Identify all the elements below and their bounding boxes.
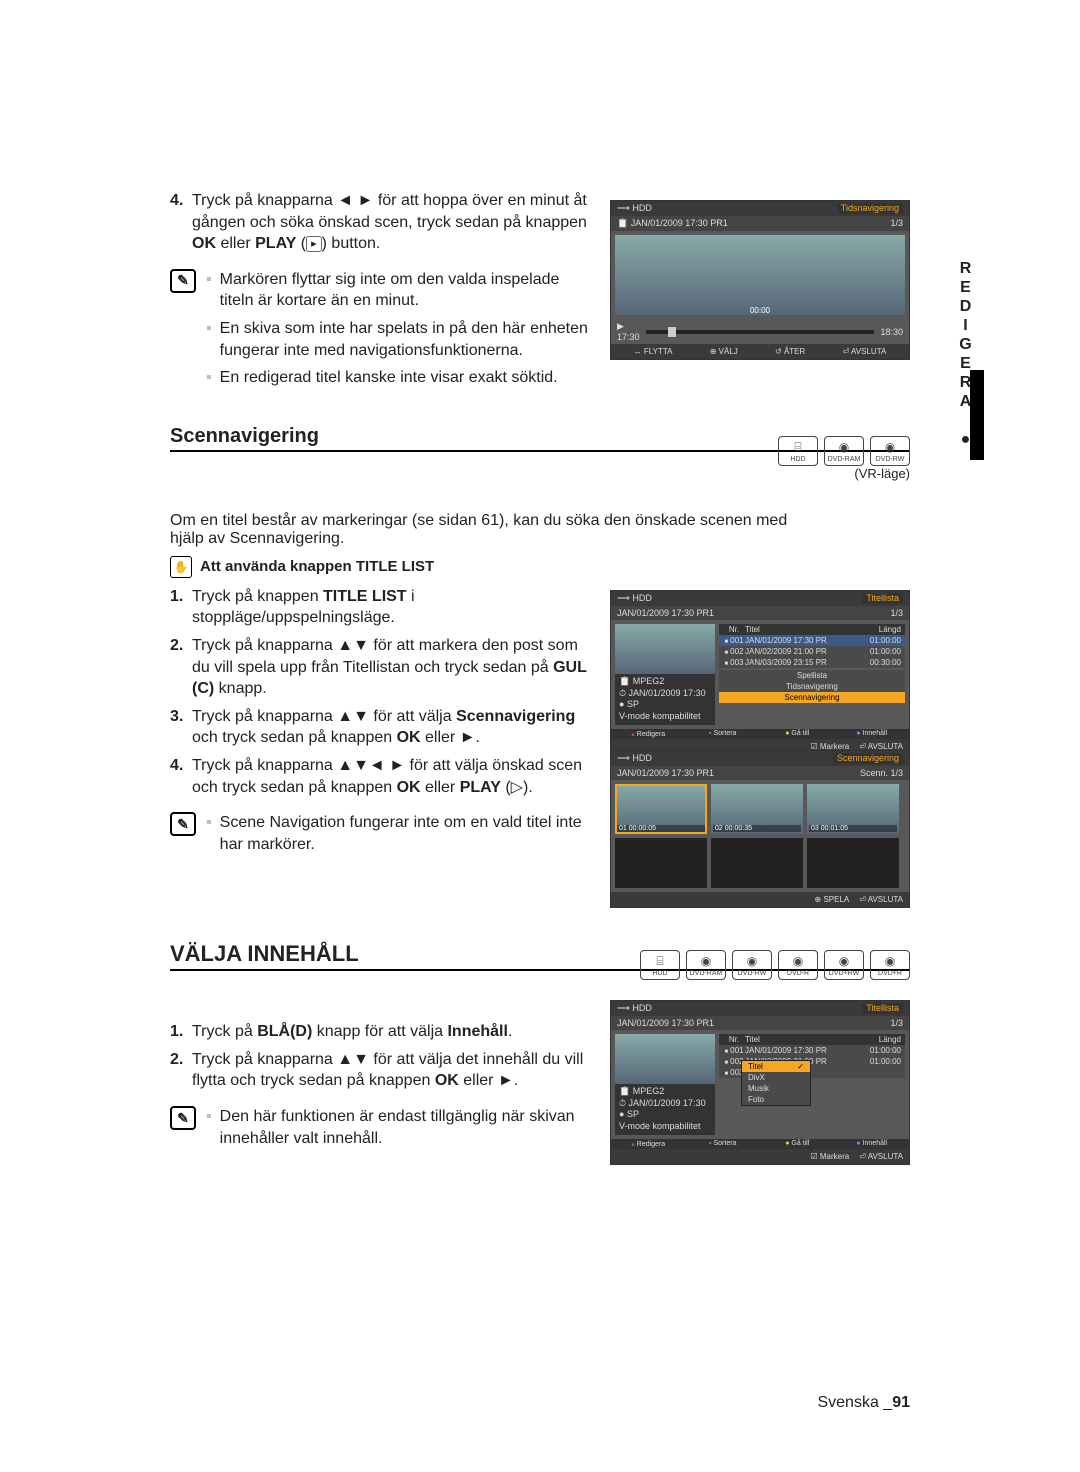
screenshot-content-select: ⟶ HDDTitellista JAN/01/2009 17:30 PR11/3… [610, 1000, 910, 1165]
content-popup: Titel DivX Musik Foto [741, 1060, 811, 1106]
scenenav-step-3: 3. Tryck på knapparna ▲▼ för att välja S… [170, 706, 590, 749]
badge-dvd-rw: ◉DVD-RW [732, 950, 772, 980]
note-item: Scene Navigation fungerar inte om en val… [206, 812, 590, 855]
badge-dvd-plus-r: ◉DVD+R [870, 950, 910, 980]
screenshot-title-list: ⟶ HDDTitellista JAN/01/2009 17:30 PR11/3… [610, 590, 910, 755]
note-icon [170, 1106, 196, 1130]
screenshot-time-navigation: ⟶ HDDTidsnavigering 📋 JAN/01/2009 17:30 … [610, 200, 910, 360]
scenenav-step-2: 2. Tryck på knapparna ▲▼ för att markera… [170, 635, 590, 700]
note-icon [170, 269, 196, 293]
hand-icon [170, 556, 192, 578]
scenenav-step-1: 1. Tryck på knappen TITLE LIST i stopplä… [170, 586, 590, 629]
note-item: En redigerad titel kanske inte visar exa… [206, 367, 590, 389]
badge-dvd-plus-rw: ◉DVD+RW [824, 950, 864, 980]
badge-dvd-r: ◉DVD-R [778, 950, 818, 980]
note-item: Markören flyttar sig inte om den valda i… [206, 269, 590, 312]
badge-dvd-ram: ◉DVD-RAM [686, 950, 726, 980]
screenshot-scene-navigation: ⟶ HDDScennavigering JAN/01/2009 17:30 PR… [610, 750, 910, 908]
page-footer: Svenska _91 [817, 1394, 910, 1412]
note-icon [170, 812, 196, 836]
scenenav-step-4: 4. Tryck på knapparna ▲▼◄ ► för att välj… [170, 755, 590, 798]
valja-step-1: 1. Tryck på BLÅ(D) knapp för att välja I… [170, 1021, 590, 1043]
side-bar-accent [970, 370, 984, 460]
badge-dvd-ram: ◉DVD-RAM [824, 436, 864, 466]
media-badges-1: ⌸HDD ◉DVD-RAM ◉DVD-RW (VR-läge) [778, 436, 910, 481]
media-badges-2: ⌸HDD ◉DVD-RAM ◉DVD-RW ◉DVD-R ◉DVD+RW ◉DV… [640, 950, 910, 980]
badge-hdd: ⌸HDD [778, 436, 818, 466]
valja-step-2: 2. Tryck på knapparna ▲▼ för att välja d… [170, 1049, 590, 1092]
note-item: Den här funktionen är endast tillgänglig… [206, 1106, 590, 1149]
play-glyph-icon: ▸ [306, 236, 322, 253]
scenenav-intro: Om en titel består av markeringar (se si… [170, 512, 810, 548]
badge-dvd-rw: ◉DVD-RW [870, 436, 910, 466]
title-list-hint: Att använda knappen TITLE LIST [170, 556, 910, 578]
badge-hdd: ⌸HDD [640, 950, 680, 980]
step-4-top: 4. Tryck på knapparna ◄ ► för att hoppa … [170, 190, 590, 255]
note-item: En skiva som inte har spelats in på den … [206, 318, 590, 361]
